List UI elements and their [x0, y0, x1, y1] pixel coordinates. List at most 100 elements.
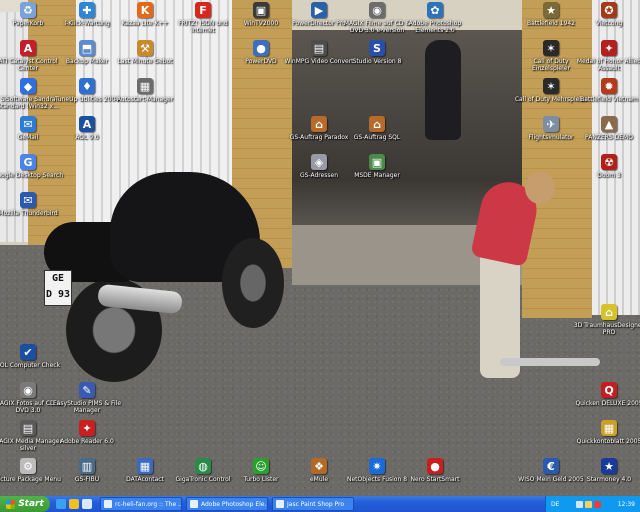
desktop-shortcut-label: GigaTronic Control	[175, 476, 231, 483]
desktop-shortcut-label: Nero StartSmart	[410, 476, 460, 483]
recycle-bin-icon: ♻	[20, 2, 36, 18]
taskbar-button[interactable]: Jasc Paint Shop Pro	[272, 497, 354, 511]
network-icon[interactable]	[576, 500, 584, 508]
kick-scooter	[500, 358, 600, 366]
desktop-shortcut-label: PaperKorb	[12, 20, 44, 27]
adobe-reader-icon: ✦	[79, 420, 95, 436]
desktop-shortcut[interactable]: ⚒ Last Minute Gebot	[108, 40, 182, 65]
panzers-icon: ▲	[601, 116, 617, 132]
nero-icon: ●	[427, 458, 443, 474]
cod-mp-icon: ✶	[543, 78, 559, 94]
google-icon: G	[20, 154, 36, 170]
dvd-icon: ●	[253, 40, 269, 56]
desktop-shortcut[interactable]: ⌂ 3D TraumhausDesigner PRO	[572, 304, 640, 336]
outlook-icon[interactable]	[69, 499, 79, 509]
desktop-shortcut-label: Doom 3	[597, 172, 621, 179]
desktop-shortcut[interactable]: ✉ Mozilla Thunderbird	[0, 192, 65, 217]
desktop-shortcut-label: Last Minute Gebot	[117, 58, 173, 65]
traumhaus-icon: ⌂	[601, 304, 617, 320]
hammer-icon: ⚒	[137, 40, 153, 56]
start-label: Start	[18, 499, 44, 509]
magix-disc-icon: ◉	[369, 2, 385, 18]
aol-check-icon: ✔	[20, 344, 36, 360]
taskbar-button[interactable]: Adobe Photoshop Ele...	[186, 497, 268, 511]
wiso-icon: €	[543, 458, 559, 474]
language-indicator[interactable]: DE	[551, 501, 559, 508]
taskbar-button-label: Jasc Paint Shop Pro	[287, 500, 345, 508]
desktop-shortcut-label: 3D TraumhausDesigner PRO	[573, 322, 640, 336]
ie-icon[interactable]	[56, 499, 66, 509]
desktop-shortcut[interactable]: ✔ AOL Computer Check	[0, 344, 65, 369]
desktop-shortcut[interactable]: ✪ Vietcong	[572, 2, 640, 27]
taskbar-button-label: Adobe Photoshop Ele...	[201, 500, 268, 508]
security-icon[interactable]	[594, 500, 602, 508]
taskbar-button[interactable]: rc-heli-fan.org :: The ...	[100, 497, 182, 511]
volume-icon[interactable]	[585, 500, 593, 508]
clock[interactable]: 12:39	[618, 501, 635, 508]
desktop-shortcut-label: Quicken DELUXE 2005	[575, 400, 640, 407]
motorcycle-front-wheel	[222, 238, 284, 328]
desktop-shortcut[interactable]: S Studio Version 8	[340, 40, 414, 65]
desktop-shortcut[interactable]: ▦ Autostart-Manager	[108, 78, 182, 103]
magix-fotos-icon: ◉	[20, 382, 36, 398]
gemail-icon: ✉	[20, 116, 36, 132]
picture-package-icon: ⚙	[20, 458, 36, 474]
tv-icon: ▣	[253, 2, 269, 18]
license-plate-line1: GE	[51, 273, 65, 284]
desktop[interactable]: GE D 93 ♻ PaperKorb ✚ I-Klick-Wartung K Kazaa…	[0, 0, 640, 496]
desktop-shortcut[interactable]: ⌂ GS-Auftrag SQL	[340, 116, 414, 141]
fritz-icon: F	[195, 2, 211, 18]
desktop-shortcut[interactable]: ★ Starmoney 4.0	[572, 458, 640, 483]
taskbar: Start rc-heli-fan.org :: The ... Adobe Ph…	[0, 496, 640, 512]
desktop-shortcut[interactable]: ● Nero StartSmart	[398, 458, 472, 483]
gs-adressen-icon: ◈	[311, 154, 327, 170]
desktop-shortcut[interactable]: ✹ Battlefield Vietnam	[572, 78, 640, 103]
desktop-shortcut[interactable]: ✦ Adobe Reader 6.0	[50, 420, 124, 445]
desktop-shortcut-label: DATAcontact	[126, 476, 164, 483]
cod-icon: ✶	[543, 40, 559, 56]
quickkonto-icon: ▦	[601, 420, 617, 436]
system-tray: DE 12:39	[545, 496, 640, 512]
desktop-shortcut-label: AOL 9.0	[75, 134, 99, 141]
desktop-shortcut[interactable]: ☢ Doom 3	[572, 154, 640, 179]
desktop-shortcut[interactable]: ✎ EasyStudio PIMS & File Manager	[50, 382, 124, 414]
video-convert-icon: ▤	[311, 40, 327, 56]
desktop-shortcut-label: GS-Adressen	[299, 172, 339, 179]
photoshop-task-icon	[190, 500, 198, 508]
battlefield-icon: ★	[543, 2, 559, 18]
gs-paradox-icon: ⌂	[311, 116, 327, 132]
hanging-jacket	[425, 40, 461, 140]
desktop-shortcut-label: MSDE Manager	[354, 172, 400, 179]
aol-icon: A	[79, 116, 95, 132]
desktop-shortcut-label: PowerDVD	[245, 58, 277, 65]
autostart-icon: ▦	[137, 78, 153, 94]
desktop-shortcut-label: I-Klick-Wartung	[64, 20, 110, 27]
desktop-shortcut-label: Flightsimulator	[528, 134, 574, 141]
start-button[interactable]: Start	[0, 496, 50, 512]
desktop-shortcut[interactable]: ✿ Adobe Photoshop Elements 2.0	[398, 2, 472, 34]
gs-sql-icon: ⌂	[369, 116, 385, 132]
gigatronic-icon: ◍	[195, 458, 211, 474]
thunderbird-icon: ✉	[20, 192, 36, 208]
quicken-icon: Q	[601, 382, 617, 398]
desktop-shortcut-label: Quickkontoblatt 2005	[576, 438, 640, 445]
show-desktop-icon[interactable]	[82, 499, 92, 509]
task-buttons: rc-heli-fan.org :: The ... Adobe Photosho…	[96, 497, 354, 511]
taskbar-button-label: rc-heli-fan.org :: The ...	[115, 500, 182, 508]
desktop-shortcut[interactable]: Q Quicken DELUXE 2005	[572, 382, 640, 407]
netobjects-icon: ✷	[369, 458, 385, 474]
desktop-shortcut[interactable]: G Google Desktop Search	[0, 154, 65, 179]
emule-icon: ❖	[311, 458, 327, 474]
desktop-shortcut-label: Vietcong	[595, 20, 623, 27]
desktop-shortcut-label: Turbo Lister	[243, 476, 279, 483]
desktop-shortcut[interactable]: ▣ MSDE Manager	[340, 154, 414, 179]
desktop-shortcut-label: GS-Auftrag SQL	[353, 134, 401, 141]
license-plate: GE D 93	[44, 270, 72, 306]
desktop-shortcut-label: Adobe Photoshop Elements 2.0	[408, 20, 462, 34]
desktop-shortcut-label: Kazaa Lite K++	[121, 20, 169, 27]
desktop-shortcut-label: Google Desktop Search	[0, 172, 64, 179]
desktop-shortcut[interactable]: ▲ PANZERS DEMO	[572, 116, 640, 141]
desktop-shortcut[interactable]: ▦ Quickkontoblatt 2005	[572, 420, 640, 445]
desktop-shortcut[interactable]: ✦ Medal of Honor Allied Assault	[572, 40, 640, 72]
desktop-shortcut[interactable]: A AOL 9.0	[50, 116, 124, 141]
